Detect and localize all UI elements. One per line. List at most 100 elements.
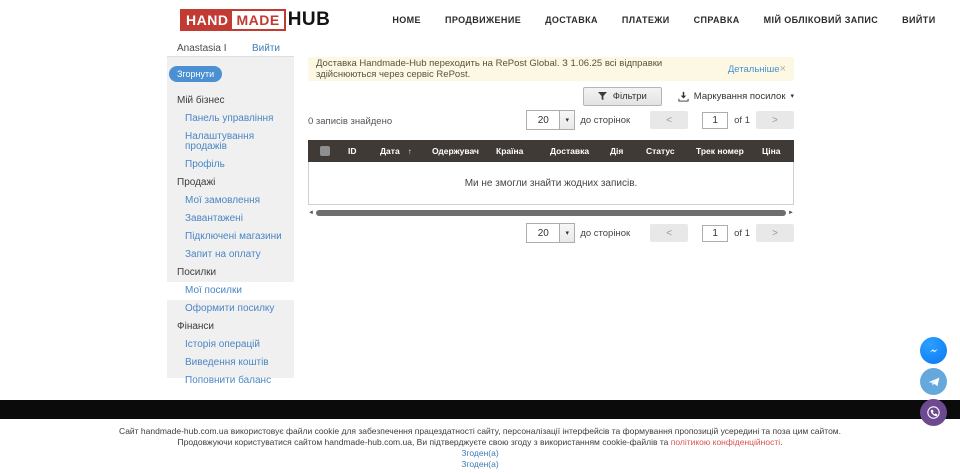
sidebar-item-control-panel[interactable]: Панель управління <box>167 110 294 128</box>
page-size-value: 20 <box>527 224 559 242</box>
parcels-table: ID Дата ↑ Одержувач Країна Доставка Дія … <box>308 140 794 205</box>
nav-payments[interactable]: ПЛАТЕЖИ <box>622 15 670 25</box>
close-icon[interactable]: × <box>780 63 786 75</box>
cookie-line-2-suffix: . <box>780 437 782 447</box>
cookie-agree-link-1[interactable]: Згоден(а) <box>0 448 960 459</box>
messenger-icon <box>926 343 942 359</box>
col-header-status[interactable]: Статус <box>640 140 690 162</box>
nav-logout[interactable]: ВИЙТИ <box>902 15 935 25</box>
telegram-button[interactable] <box>920 368 947 395</box>
footer-bar <box>0 400 960 419</box>
sidebar-section-my-business: Мій бізнес <box>167 92 294 110</box>
sidebar-item-create-parcel[interactable]: Оформити посилку <box>167 300 294 318</box>
parcel-marking-button[interactable]: Маркування посилок ▾ <box>678 91 794 102</box>
page-size-value: 20 <box>527 111 559 129</box>
privacy-policy-link[interactable]: політикою конфіденційності <box>671 437 780 447</box>
sidebar-item-operations-history[interactable]: Історія операцій <box>167 336 294 354</box>
logo-hand: HAND <box>182 11 232 29</box>
col-header-date[interactable]: Дата ↑ <box>374 140 426 162</box>
sidebar: Згорнути Мій бізнес Панель управління На… <box>167 57 294 378</box>
col-header-id[interactable]: ID <box>342 140 374 162</box>
user-bar: Anastasia I Вийти <box>167 40 294 57</box>
per-page-label: до сторінок <box>580 115 630 126</box>
sidebar-menu: Мій бізнес Панель управління Налаштуванн… <box>167 92 294 390</box>
scroll-left-icon[interactable]: ◄ <box>308 210 314 217</box>
top-header: HAND MADE HUB HOME ПРОДВИЖЕНИЕ ДОСТАВКА … <box>0 0 960 40</box>
filters-button-label: Фільтри <box>613 91 647 102</box>
current-page-input[interactable] <box>702 225 728 242</box>
sidebar-item-my-orders[interactable]: Мої замовлення <box>167 192 294 210</box>
logo-box: HAND MADE <box>180 9 286 31</box>
messenger-button[interactable] <box>920 337 947 364</box>
col-header-date-label: Дата <box>380 146 400 156</box>
page-of-label: of 1 <box>734 228 750 239</box>
sidebar-section-finance: Фінанси <box>167 318 294 336</box>
page-size-select[interactable]: 20 ▾ <box>526 110 575 130</box>
pagination-bottom-row: 20 ▾ до сторінок < of 1 > <box>308 223 794 245</box>
user-name: Anastasia I <box>177 43 226 54</box>
col-header-country[interactable]: Країна <box>490 140 544 162</box>
cookie-line-1: Сайт handmade-hub.com.ua використовує фа… <box>0 426 960 437</box>
nav-home[interactable]: HOME <box>392 15 421 25</box>
sidebar-item-sales-settings[interactable]: Налаштування продажів <box>167 128 294 156</box>
col-header-action[interactable]: Дія <box>604 140 640 162</box>
page-of-label: of 1 <box>734 115 750 126</box>
logo[interactable]: HAND MADE HUB <box>180 9 330 31</box>
sidebar-section-sales: Продажі <box>167 174 294 192</box>
sidebar-item-uploaded[interactable]: Завантажені <box>167 210 294 228</box>
filters-button[interactable]: Фільтри <box>583 87 662 106</box>
pagination-top: 20 ▾ до сторінок < of 1 > <box>526 110 794 130</box>
cookie-notice: Сайт handmade-hub.com.ua використовує фа… <box>0 426 960 470</box>
col-header-track-number[interactable]: Трек номер <box>690 140 756 162</box>
sidebar-item-connected-shops[interactable]: Підключені магазини <box>167 228 294 246</box>
select-all-checkbox[interactable] <box>320 146 330 156</box>
viber-icon <box>925 404 942 421</box>
table-header-row: ID Дата ↑ Одержувач Країна Доставка Дія … <box>308 140 794 162</box>
next-page-button[interactable]: > <box>756 224 794 242</box>
banner-text: Доставка Handmade-Hub переходить на RePo… <box>316 58 725 80</box>
cookie-agree-link-2[interactable]: Згоден(а) <box>0 459 960 470</box>
sidebar-item-top-up-balance[interactable]: Поповнити баланс <box>167 372 294 390</box>
cookie-line-2: Продовжуючи користуватися сайтом handmad… <box>0 437 960 448</box>
sort-asc-icon[interactable]: ↑ <box>408 147 412 156</box>
filter-funnel-icon <box>598 92 607 101</box>
logo-made: MADE <box>232 11 283 29</box>
page-size-select[interactable]: 20 ▾ <box>526 223 575 243</box>
prev-page-button[interactable]: < <box>650 224 688 242</box>
main-nav: HOME ПРОДВИЖЕНИЕ ДОСТАВКА ПЛАТЕЖИ СПРАВК… <box>392 15 935 25</box>
table-empty-state: Ми не змогли знайти жодних записів. <box>308 162 794 205</box>
logout-link[interactable]: Вийти <box>252 43 280 54</box>
nav-my-account[interactable]: МІЙ ОБЛІКОВИЙ ЗАПИС <box>764 15 879 25</box>
per-page-label: до сторінок <box>580 228 630 239</box>
prev-page-button[interactable]: < <box>650 111 688 129</box>
nav-delivery[interactable]: ДОСТАВКА <box>545 15 598 25</box>
social-widgets <box>920 337 947 426</box>
telegram-icon <box>926 374 942 390</box>
next-page-button[interactable]: > <box>756 111 794 129</box>
banner-details-link[interactable]: Детальніше <box>728 64 780 75</box>
sidebar-section-parcels: Посилки <box>167 264 294 282</box>
records-count: 0 записів знайдено <box>308 116 392 127</box>
horizontal-scrollbar: ◄ ► <box>308 209 794 218</box>
sidebar-item-payment-request[interactable]: Запит на оплату <box>167 246 294 264</box>
chevron-down-icon: ▾ <box>790 92 794 100</box>
sidebar-item-my-parcels[interactable]: Мої посилки <box>167 282 294 300</box>
nav-promotion[interactable]: ПРОДВИЖЕНИЕ <box>445 15 521 25</box>
current-page-input[interactable] <box>702 112 728 129</box>
collapse-sidebar-button[interactable]: Згорнути <box>169 66 222 82</box>
scrollbar-thumb[interactable] <box>316 210 786 216</box>
parcel-marking-label: Маркування посилок <box>694 91 786 102</box>
sidebar-item-profile[interactable]: Профіль <box>167 156 294 174</box>
cookie-line-2-text: Продовжуючи користуватися сайтом handmad… <box>178 437 671 447</box>
select-all-cell <box>308 140 342 162</box>
chevron-down-icon: ▾ <box>559 224 574 242</box>
col-header-delivery[interactable]: Доставка <box>544 140 604 162</box>
notification-banner: Доставка Handmade-Hub переходить на RePo… <box>308 57 794 81</box>
col-header-price[interactable]: Ціна <box>756 140 794 162</box>
scroll-right-icon[interactable]: ► <box>788 210 794 217</box>
pagination-bottom: 20 ▾ до сторінок < of 1 > <box>526 223 794 243</box>
viber-button[interactable] <box>920 399 947 426</box>
col-header-recipient[interactable]: Одержувач <box>426 140 490 162</box>
nav-help[interactable]: СПРАВКА <box>694 15 740 25</box>
sidebar-item-withdraw-funds[interactable]: Виведення коштів <box>167 354 294 372</box>
